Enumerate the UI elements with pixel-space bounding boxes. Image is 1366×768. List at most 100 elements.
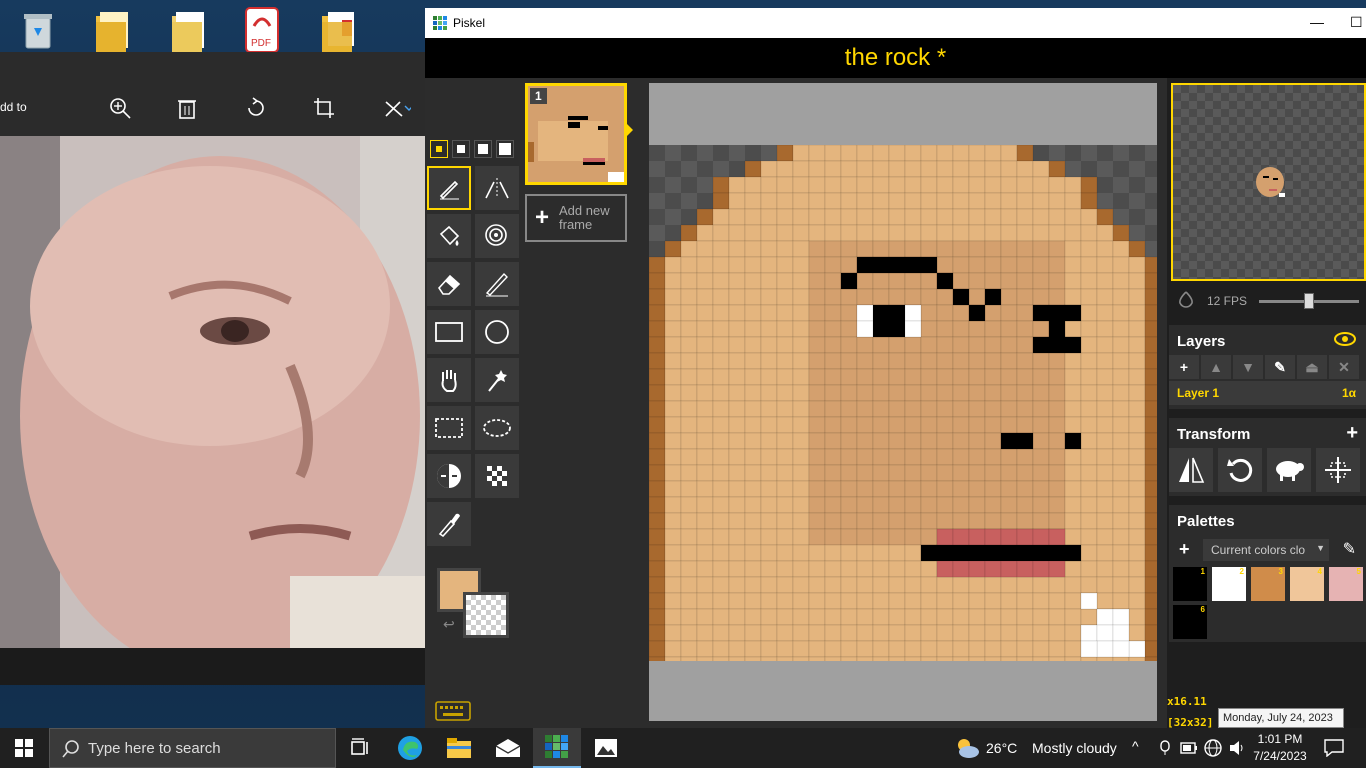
swap-colors-icon[interactable]: ↩: [443, 616, 455, 633]
piskel-logo-icon: [433, 16, 447, 30]
task-view-icon[interactable]: [337, 728, 385, 768]
start-button[interactable]: [0, 728, 48, 768]
mirror-pen-icon[interactable]: [475, 166, 519, 210]
minimize-button[interactable]: —: [1310, 14, 1324, 30]
merge-layer-icon[interactable]: ⏏: [1297, 355, 1327, 379]
meet-now-icon[interactable]: [1158, 740, 1172, 756]
pen-tool-icon[interactable]: [427, 166, 471, 210]
palette-select-value: Current colors clo: [1211, 543, 1306, 557]
center-align-icon[interactable]: [1316, 448, 1360, 492]
clock-time: 1:01 PM: [1257, 732, 1303, 746]
pen-size-4[interactable]: [496, 140, 514, 158]
pdf-file-icon[interactable]: PDF: [240, 6, 284, 54]
add-to-label[interactable]: dd to: [0, 100, 27, 114]
palette-swatch[interactable]: 6: [1173, 605, 1207, 639]
layer-row[interactable]: Layer 1 1α: [1169, 381, 1366, 405]
flip-icon[interactable]: [1169, 448, 1213, 492]
frames-panel: 1 + Add new frame: [521, 78, 636, 728]
photos-window: dd to: [0, 52, 425, 685]
lighten-tool-icon[interactable]: [427, 454, 471, 498]
palette-swatch[interactable]: 1: [1173, 567, 1207, 601]
palette-swatch[interactable]: 2: [1212, 567, 1246, 601]
pen-size-3[interactable]: [474, 140, 492, 158]
folder-icon[interactable]: [316, 6, 360, 54]
recycle-bin-icon[interactable]: [16, 6, 60, 54]
window-title: Piskel: [453, 16, 486, 30]
mail-icon[interactable]: [484, 728, 532, 768]
drawing-canvas[interactable]: [649, 83, 1157, 721]
rotate-icon[interactable]: [242, 94, 270, 122]
magic-fill-icon[interactable]: [475, 214, 519, 258]
rect-select-icon[interactable]: [427, 406, 471, 450]
right-panel: 12 FPS Layers + ▲ ▼ ✎ ⏏ ✕ Layer 1 1α Tra…: [1167, 78, 1366, 729]
add-palette-icon[interactable]: +: [1179, 539, 1190, 560]
eraser-icon[interactable]: [427, 262, 471, 306]
keyboard-shortcuts-icon[interactable]: [435, 700, 471, 727]
photos-app-icon[interactable]: [582, 728, 630, 768]
fps-control: 12 FPS: [1171, 286, 1366, 314]
maximize-button[interactable]: ☐: [1350, 14, 1363, 31]
svg-text:PDF: PDF: [251, 38, 271, 49]
edit-palette-icon[interactable]: ✎: [1343, 539, 1356, 559]
palettes-panel: Palettes + Current colors clo ▼ ✎ 1 2 3 4 5 6: [1169, 505, 1366, 642]
date-tooltip: Monday, July 24, 2023: [1218, 708, 1344, 728]
lasso-select-icon[interactable]: [475, 406, 519, 450]
add-layer-button[interactable]: +: [1169, 355, 1199, 379]
move-layer-up-icon[interactable]: ▲: [1201, 355, 1231, 379]
palette-swatch[interactable]: 4: [1290, 567, 1324, 601]
delete-icon[interactable]: [173, 94, 201, 122]
pen-size-1[interactable]: [430, 140, 448, 158]
title-bar: Piskel — ☐: [425, 8, 1366, 38]
edge-browser-icon[interactable]: [386, 728, 434, 768]
swatch-index: 1: [1200, 567, 1205, 576]
transform-expand-icon[interactable]: +: [1346, 422, 1358, 445]
volume-icon[interactable]: [1228, 740, 1246, 756]
swatch-index: 3: [1278, 567, 1283, 576]
eye-icon[interactable]: [1334, 331, 1356, 347]
edit-icon[interactable]: [383, 94, 411, 122]
move-hand-icon[interactable]: [427, 358, 471, 402]
clone-sheep-icon[interactable]: [1267, 448, 1311, 492]
dithering-tool-icon[interactable]: [475, 454, 519, 498]
fps-slider-handle[interactable]: [1304, 293, 1314, 309]
rectangle-tool-icon[interactable]: [427, 310, 471, 354]
pen-size-2[interactable]: [452, 140, 470, 158]
add-frame-label: Add new frame: [559, 203, 610, 232]
move-layer-down-icon[interactable]: ▼: [1233, 355, 1263, 379]
delete-layer-icon[interactable]: ✕: [1329, 355, 1359, 379]
folder-icon[interactable]: [166, 6, 210, 54]
weather-description: Mostly cloudy: [1032, 740, 1117, 756]
palette-swatch[interactable]: 5: [1329, 567, 1363, 601]
palette-select[interactable]: Current colors clo ▼: [1203, 539, 1329, 561]
secondary-color-swatch[interactable]: [463, 592, 509, 638]
crop-icon[interactable]: [310, 94, 338, 122]
clock[interactable]: 1:01 PM 7/24/2023: [1250, 731, 1310, 765]
piskel-window: Piskel — ☐ the rock * ↩ 1 + Add new fram…: [425, 8, 1366, 729]
color-picker-icon[interactable]: [427, 502, 471, 546]
document-title[interactable]: the rock *: [845, 44, 946, 72]
edit-layer-icon[interactable]: ✎: [1265, 355, 1295, 379]
stroke-tool-icon[interactable]: [475, 262, 519, 306]
zoom-in-icon[interactable]: [106, 94, 134, 122]
folder-icon[interactable]: [90, 6, 134, 54]
file-explorer-icon[interactable]: [435, 728, 483, 768]
add-new-frame-button[interactable]: + Add new frame: [525, 194, 627, 242]
frame-thumbnail[interactable]: 1: [525, 83, 627, 185]
shape-selection-icon[interactable]: [475, 358, 519, 402]
pixel-grid[interactable]: [649, 145, 1157, 661]
preview-thumbnail: [1256, 167, 1285, 197]
onion-skin-icon[interactable]: [1177, 290, 1195, 308]
battery-icon[interactable]: [1180, 742, 1198, 754]
taskbar-search[interactable]: Type here to search: [49, 728, 336, 768]
chevron-up-icon[interactable]: ^: [1132, 738, 1139, 754]
swatch-index: 4: [1317, 567, 1322, 576]
palette-swatch[interactable]: 3: [1251, 567, 1285, 601]
circle-tool-icon[interactable]: [475, 310, 519, 354]
notifications-icon[interactable]: [1324, 739, 1344, 757]
search-placeholder: Type here to search: [88, 740, 221, 757]
network-icon[interactable]: [1204, 739, 1222, 757]
piskel-taskbar-icon[interactable]: [533, 728, 581, 768]
paint-bucket-icon[interactable]: [427, 214, 471, 258]
rotate-icon[interactable]: [1218, 448, 1262, 492]
layer-name: Layer 1: [1177, 386, 1220, 400]
